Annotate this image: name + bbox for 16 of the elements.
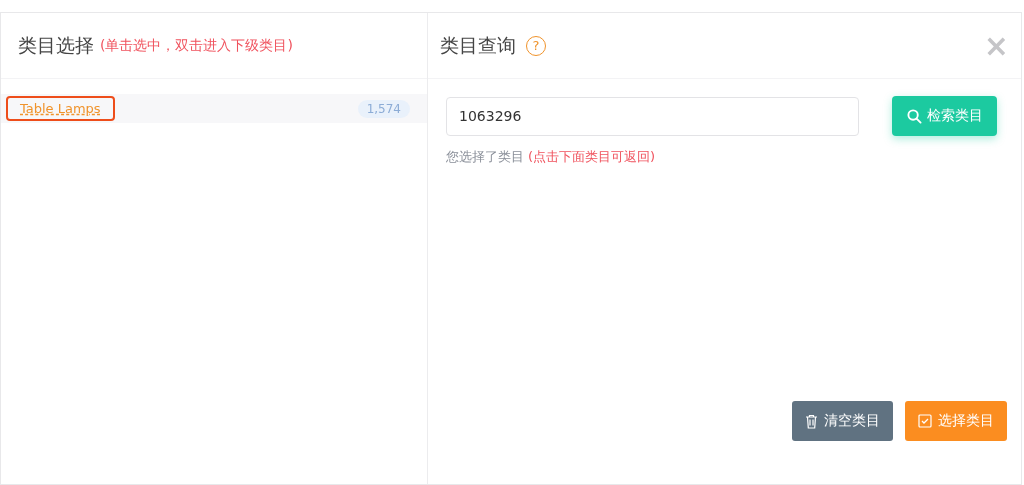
panel-hint: (单击选中，双击进入下级类目) <box>100 36 293 55</box>
select-button[interactable]: 选择类目 <box>905 401 1007 441</box>
selection-note: 您选择了类目 <box>446 148 524 166</box>
count-badge: 1,574 <box>357 99 410 118</box>
search-field[interactable]: 1063296 <box>446 96 859 136</box>
category-row[interactable]: Table Lamps 1,574 <box>1 94 427 123</box>
selection-hint: (点击下面类目可返回) <box>528 148 656 166</box>
category-label[interactable]: Table Lamps <box>6 96 115 121</box>
panel-title: 类目选择 <box>18 32 94 58</box>
clear-button[interactable]: 清空类目 <box>792 401 893 441</box>
search-button[interactable]: 检索类目 <box>892 96 997 136</box>
search-icon <box>906 108 922 124</box>
panel-title: 类目查询 <box>440 32 516 58</box>
close-button[interactable]: × <box>983 30 1009 61</box>
checkbox-icon <box>918 414 932 428</box>
trash-icon <box>805 413 818 429</box>
